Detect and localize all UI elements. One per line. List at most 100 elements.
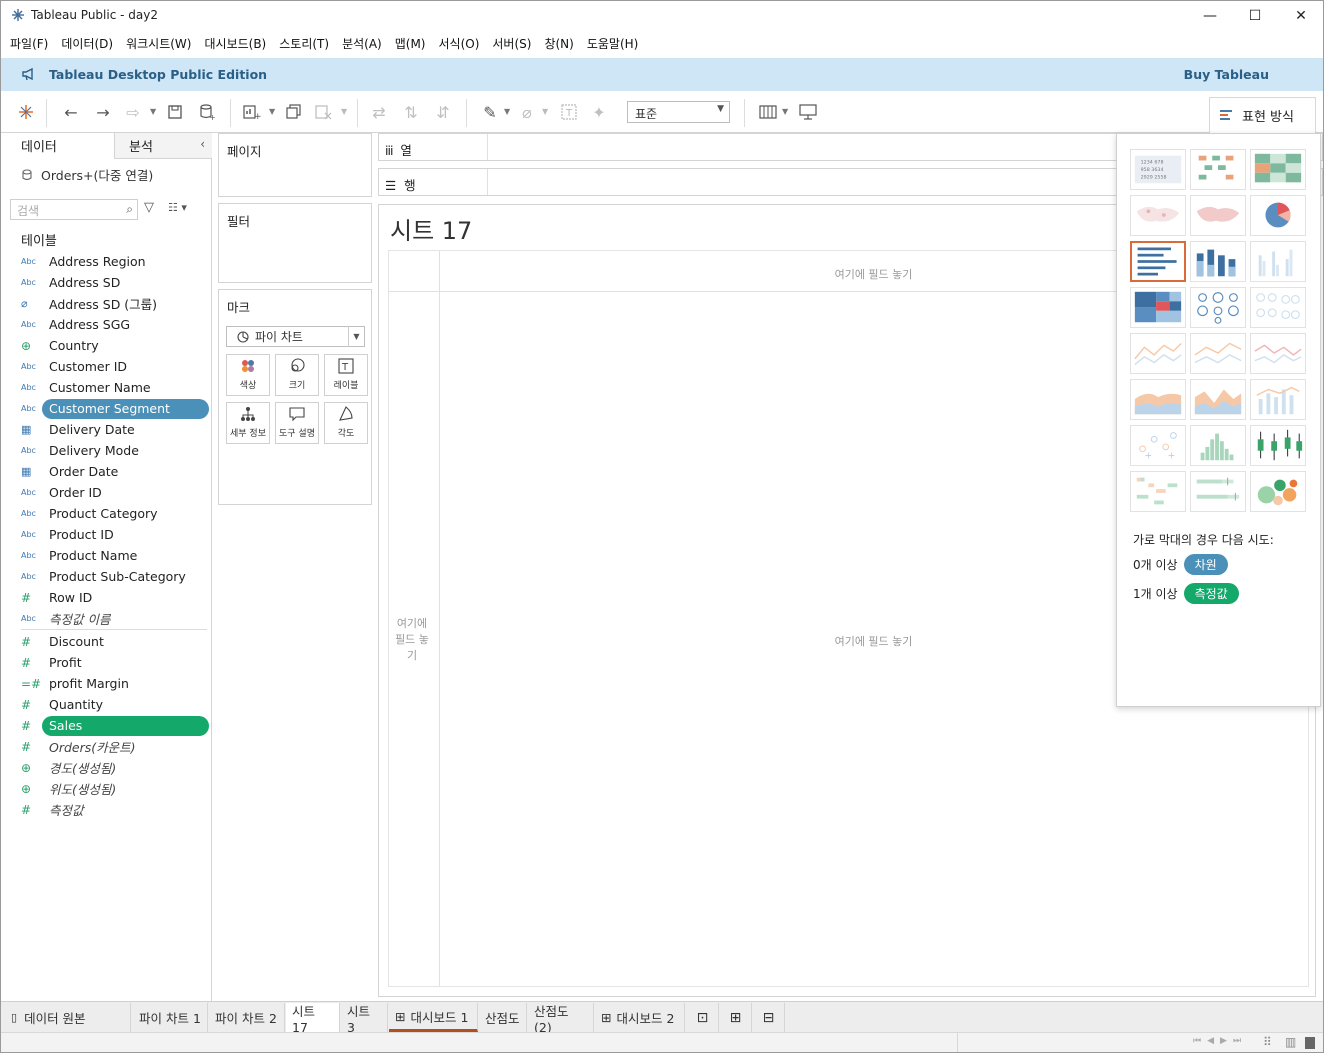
field-item[interactable]: # Sales [1, 715, 211, 736]
highlight-table-thumb[interactable] [1250, 149, 1306, 190]
menu-format[interactable]: 서식(O) [434, 35, 485, 52]
tab-scatter-2[interactable]: 산점도 (2) [528, 1003, 594, 1035]
side-by-side-bar-thumb[interactable] [1250, 241, 1306, 282]
datasource-item[interactable]: Orders+(다중 연결) [21, 165, 153, 184]
field-item[interactable]: # Quantity [1, 694, 211, 715]
collapse-pane-icon[interactable]: ‹ [200, 137, 205, 151]
dual-line-thumb[interactable] [1250, 333, 1306, 374]
sheet-sorter-icon[interactable]: ⠿ [1263, 1035, 1272, 1049]
row-drop-zone[interactable]: 여기에 필드 놓기 [394, 616, 430, 664]
filter-icon[interactable]: ▽ [144, 200, 154, 215]
field-search-input[interactable]: 검색 ⌕ [10, 199, 138, 220]
mark-detail-button[interactable]: 세부 정보 [226, 402, 270, 444]
tab-sheet-3[interactable]: 시트 3 [341, 1003, 388, 1035]
menu-map[interactable]: 맵(M) [390, 35, 431, 52]
dual-combination-thumb[interactable] [1250, 379, 1306, 420]
fit-select[interactable]: 표준 ▼ [627, 101, 730, 123]
field-item[interactable]: Abc Product ID [1, 524, 211, 545]
field-item[interactable]: Abc Delivery Mode [1, 440, 211, 461]
tab-pie-chart-2[interactable]: 파이 차트 2 [209, 1003, 285, 1032]
mark-type-select[interactable]: 파이 차트 ▼ [226, 326, 365, 347]
text-table-thumb[interactable]: 1234 678 958 3634 2929 2558 [1130, 149, 1186, 190]
field-item[interactable]: ⊕ 위도(생성됨) [1, 778, 211, 799]
field-item[interactable]: ▦ Order Date [1, 461, 211, 482]
minimize-button[interactable]: — [1187, 1, 1233, 31]
duplicate-sheet-icon[interactable] [283, 101, 305, 123]
view-options-icon[interactable]: ☷ ▾ [168, 201, 187, 214]
new-story-tab-icon[interactable]: ⊟ [753, 1003, 785, 1032]
sheet-nav-icon[interactable]: ⏮◀▶⏭ [1193, 1036, 1247, 1046]
sort-ascending-icon[interactable]: ⇅ [400, 101, 422, 123]
field-item[interactable]: Abc Address SD [1, 272, 211, 293]
new-worksheet-icon[interactable]: + [241, 101, 263, 123]
sheet-title[interactable]: 시트 17 [390, 211, 472, 246]
field-item[interactable]: Abc Product Name [1, 545, 211, 566]
field-item[interactable]: Abc Customer Name [1, 377, 211, 398]
presentation-mode-icon[interactable] [797, 101, 819, 123]
side-by-side-circle-thumb[interactable] [1250, 287, 1306, 328]
tab-data[interactable]: 데이터 [1, 133, 114, 159]
group-members-icon[interactable]: ⌀ [516, 101, 538, 123]
tab-analytics[interactable]: 분석 ‹ [114, 133, 212, 159]
field-item[interactable]: ⌀ Address SD (그룹) [1, 293, 211, 314]
packed-bubbles-thumb[interactable] [1250, 471, 1306, 512]
menu-data[interactable]: 데이터(D) [56, 35, 118, 52]
menu-analysis[interactable]: 분석(A) [337, 35, 387, 52]
field-item[interactable]: # Discount [1, 631, 211, 652]
clear-sheet-icon[interactable] [313, 101, 335, 123]
histogram-thumb[interactable] [1190, 425, 1246, 466]
heat-map-thumb[interactable] [1190, 149, 1246, 190]
mark-tooltip-button[interactable]: 도구 설명 [275, 402, 319, 444]
show-cards-icon[interactable] [757, 101, 779, 123]
field-item[interactable]: ⊕ 경도(생성됨) [1, 757, 211, 778]
gantt-chart-thumb[interactable] [1130, 471, 1186, 512]
field-item[interactable]: # Row ID [1, 587, 211, 608]
field-item[interactable]: ⊕ Country [1, 335, 211, 356]
field-item[interactable]: # Orders(카운트) [1, 736, 211, 757]
field-item[interactable]: =# profit Margin [1, 673, 211, 694]
mark-label-button[interactable]: T 레이블 [324, 354, 368, 396]
filters-card[interactable]: 필터 [218, 203, 372, 283]
fix-axes-icon[interactable]: ✦ [588, 101, 610, 123]
box-whisker-thumb[interactable] [1250, 425, 1306, 466]
field-item[interactable]: Abc Customer Segment [1, 398, 211, 419]
mark-angle-button[interactable]: 각도 [324, 402, 368, 444]
tab-sheet-17[interactable]: 시트 17 [286, 1003, 340, 1035]
menu-file[interactable]: 파일(F) [5, 35, 53, 52]
treemap-thumb[interactable] [1130, 287, 1186, 328]
pie-chart-thumb[interactable] [1250, 195, 1306, 236]
tabs-view-icon[interactable] [1305, 1037, 1315, 1049]
bullet-graph-thumb[interactable] [1190, 471, 1246, 512]
field-item[interactable]: # 측정값 [1, 799, 211, 820]
line-continuous-thumb[interactable] [1130, 333, 1186, 374]
save-icon[interactable] [164, 101, 186, 123]
redo-icon[interactable]: → [92, 101, 114, 123]
filmstrip-icon[interactable]: ▥ [1285, 1035, 1296, 1049]
new-datasource-icon[interactable]: + [196, 101, 218, 123]
line-discrete-thumb[interactable] [1190, 333, 1246, 374]
menu-window[interactable]: 창(N) [539, 35, 578, 52]
new-dashboard-tab-icon[interactable]: ⊞ [720, 1003, 752, 1032]
field-item[interactable]: Abc 측정값 이름 [1, 608, 211, 629]
field-item[interactable]: ▦ Delivery Date [1, 419, 211, 440]
field-item[interactable]: # Profit [1, 652, 211, 673]
tab-dashboard-1[interactable]: ⊞ 대시보드 1 [389, 1003, 478, 1032]
field-item[interactable]: Abc Address SGG [1, 314, 211, 335]
show-labels-icon[interactable]: T [558, 101, 580, 123]
field-item[interactable]: Abc Order ID [1, 482, 211, 503]
tab-scatter[interactable]: 산점도 [479, 1003, 527, 1032]
tableau-home-icon[interactable] [15, 101, 37, 123]
tab-dashboard-2[interactable]: ⊞ 대시보드 2 [595, 1003, 685, 1032]
tab-datasource[interactable]: ▯ 데이터 원본 [3, 1003, 131, 1032]
stacked-bar-thumb[interactable] [1190, 241, 1246, 282]
field-item[interactable]: Abc Address Region [1, 251, 211, 272]
tab-pie-chart-1[interactable]: 파이 차트 1 [133, 1003, 208, 1032]
new-worksheet-tab-icon[interactable]: ⊡ [687, 1003, 719, 1032]
field-item[interactable]: Abc Product Category [1, 503, 211, 524]
replay-icon[interactable]: ⇨ [122, 101, 144, 123]
pages-card[interactable]: 페이지 [218, 133, 372, 197]
menu-story[interactable]: 스토리(T) [274, 35, 334, 52]
mark-size-button[interactable]: 크기 [275, 354, 319, 396]
area-continuous-thumb[interactable] [1130, 379, 1186, 420]
area-discrete-thumb[interactable] [1190, 379, 1246, 420]
